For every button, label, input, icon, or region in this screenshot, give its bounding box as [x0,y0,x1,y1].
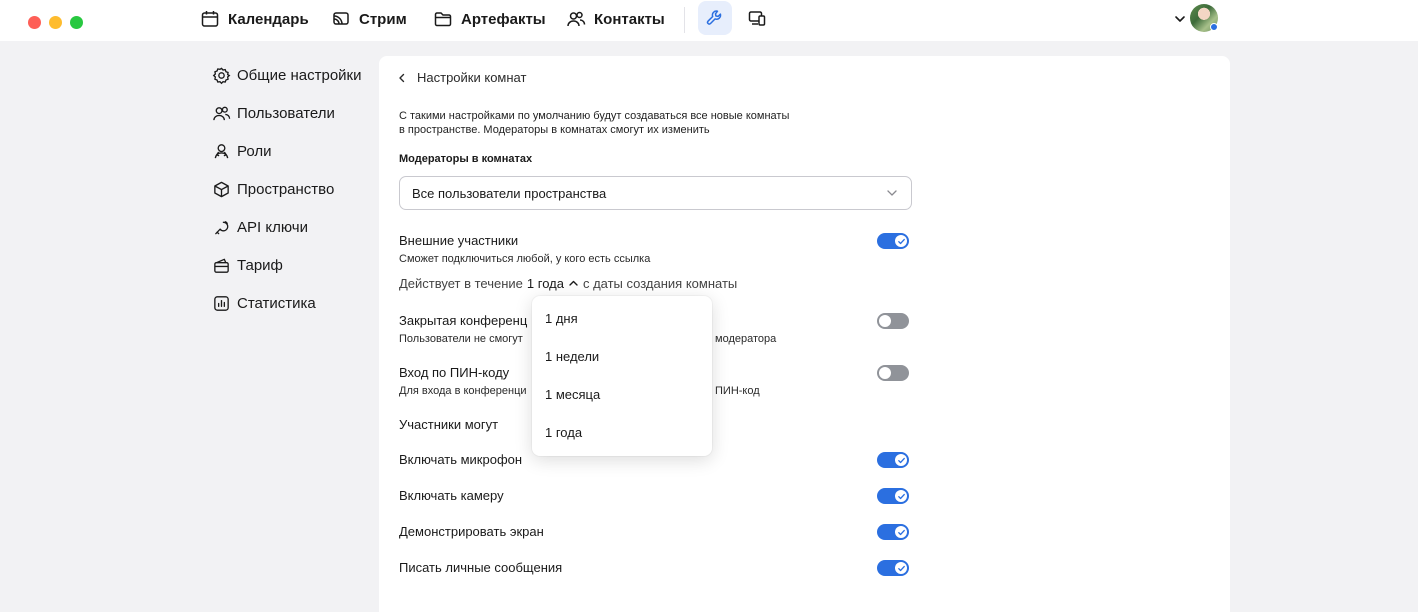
sidebar-item-label: API ключи [237,218,308,236]
permission-microphone-toggle[interactable] [877,452,909,468]
sidebar-item-users[interactable]: Пользователи [212,101,335,125]
sidebar-item-label: Пространство [237,180,335,198]
chevron-down-icon [887,190,897,196]
online-status-dot [1210,23,1218,31]
checkmark-icon [897,457,905,463]
sidebar-item-label: Тариф [237,256,283,274]
pin-entry-subtitle: Для входа в конференци [399,385,527,397]
moderators-label: Модераторы в комнатах [399,153,533,165]
chevron-left-icon [399,73,405,82]
checkmark-icon [897,565,905,571]
back-button[interactable]: Настройки комнат [397,70,526,85]
sidebar-item-label: Пользователи [237,104,335,122]
sidebar-item-statistics[interactable]: Статистика [212,291,316,315]
permission-camera-label: Включать камеру [399,488,504,503]
duration-option-day[interactable]: 1 дня [532,301,712,335]
duration-value: 1 года [526,276,564,291]
nav-calendar-label: Календарь [228,10,309,28]
top-bar: Календарь Стрим Артефакты Контакты [0,0,1418,41]
calendar-icon [201,11,219,27]
permission-screenshare-label: Демонстрировать экран [399,524,544,539]
permission-microphone-label: Включать микрофон [399,452,523,467]
sidebar-item-label: Общие настройки [237,66,362,84]
participants-heading: Участники могут [399,417,499,432]
closed-conference-subtitle-end: модератора [715,333,777,345]
sidebar-item-label: Роли [237,142,272,160]
stats-icon [214,295,229,311]
toggle-knob [895,562,907,574]
pin-entry-subtitle-end: ПИН-код [715,385,760,397]
toggle-knob [895,526,907,538]
closed-conference-subtitle: Пользователи не смогут [399,333,523,345]
permission-camera-toggle[interactable] [877,488,909,504]
link-duration-row: Действует в течение 1 года с даты создан… [399,276,737,291]
devices-icon [748,11,766,26]
folder-icon [434,12,452,27]
toggle-knob [879,367,891,379]
sidebar-item-roles[interactable]: Роли [212,139,272,163]
pin-entry-toggle[interactable] [877,365,909,381]
api-key-icon [215,220,229,234]
cube-icon [214,181,229,197]
nav-calendar[interactable]: Календарь [200,6,309,32]
duration-menu: 1 дня 1 недели 1 месяца 1 года [532,296,712,456]
duration-prefix: Действует в течение [399,276,523,291]
permission-screenshare-toggle[interactable] [877,524,909,540]
users-icon [213,106,231,120]
closed-conference-toggle[interactable] [877,313,909,329]
duration-dropdown[interactable]: 1 года [527,276,579,291]
nav-divider [684,7,685,33]
duration-option-year[interactable]: 1 года [532,415,712,449]
duration-suffix: с даты создания комнаты [582,276,738,291]
moderators-select-value: Все пользователи пространства [412,185,607,201]
nav-devices[interactable] [740,1,774,35]
moderators-select[interactable]: Все пользователи пространства [399,176,912,210]
nav-contacts-label: Контакты [594,10,665,28]
sidebar-item-label: Статистика [237,294,316,312]
sidebar-item-space[interactable]: Пространство [212,177,334,201]
external-participants-subtitle: Сможет подключиться любой, у кого есть с… [399,253,651,265]
contacts-icon [567,11,586,27]
description-line-1: С такими настройками по умолчанию будут … [399,110,790,122]
chevron-up-icon [569,280,578,286]
toggle-knob [895,454,907,466]
gear-icon [212,67,231,84]
window-minimize-button[interactable] [49,16,62,29]
nav-admin-tools[interactable] [698,1,732,35]
checkmark-icon [897,493,905,499]
checkmark-icon [897,529,905,535]
nav-artifacts[interactable]: Артефакты [433,6,546,32]
external-participants-title: Внешние участники [399,233,519,248]
roles-icon [214,143,229,158]
back-button-label: Настройки комнат [417,70,527,85]
nav-artifacts-label: Артефакты [461,10,546,28]
duration-option-month[interactable]: 1 месяца [532,377,712,411]
sidebar-item-general-settings[interactable]: Общие настройки [212,63,362,87]
pin-entry-title: Вход по ПИН-коду [399,365,510,380]
permission-private-messages-label: Писать личные сообщения [399,560,563,575]
checkmark-icon [897,238,905,244]
wrench-icon [706,10,722,25]
duration-option-week[interactable]: 1 недели [532,339,712,373]
nav-contacts[interactable]: Контакты [566,6,665,32]
nav-stream-label: Стрим [359,10,407,28]
closed-conference-title: Закрытая конференц [399,313,528,328]
sidebar-item-api-keys[interactable]: API ключи [212,215,308,239]
toggle-knob [895,235,907,247]
settings-description: С такими настройками по умолчанию будут … [399,109,859,137]
toggle-knob [895,490,907,502]
stream-icon [333,12,349,25]
nav-stream[interactable]: Стрим [331,6,407,32]
tariff-icon [214,258,229,273]
permission-private-messages-toggle[interactable] [877,560,909,576]
window-close-button[interactable] [28,16,41,29]
sidebar-item-tariff[interactable]: Тариф [212,253,283,277]
chevron-down-icon[interactable] [1172,11,1188,27]
external-participants-toggle[interactable] [877,233,909,249]
window-zoom-button[interactable] [70,16,83,29]
toggle-knob [879,315,891,327]
description-line-2: в пространстве. Модераторы в комнатах см… [399,124,710,136]
